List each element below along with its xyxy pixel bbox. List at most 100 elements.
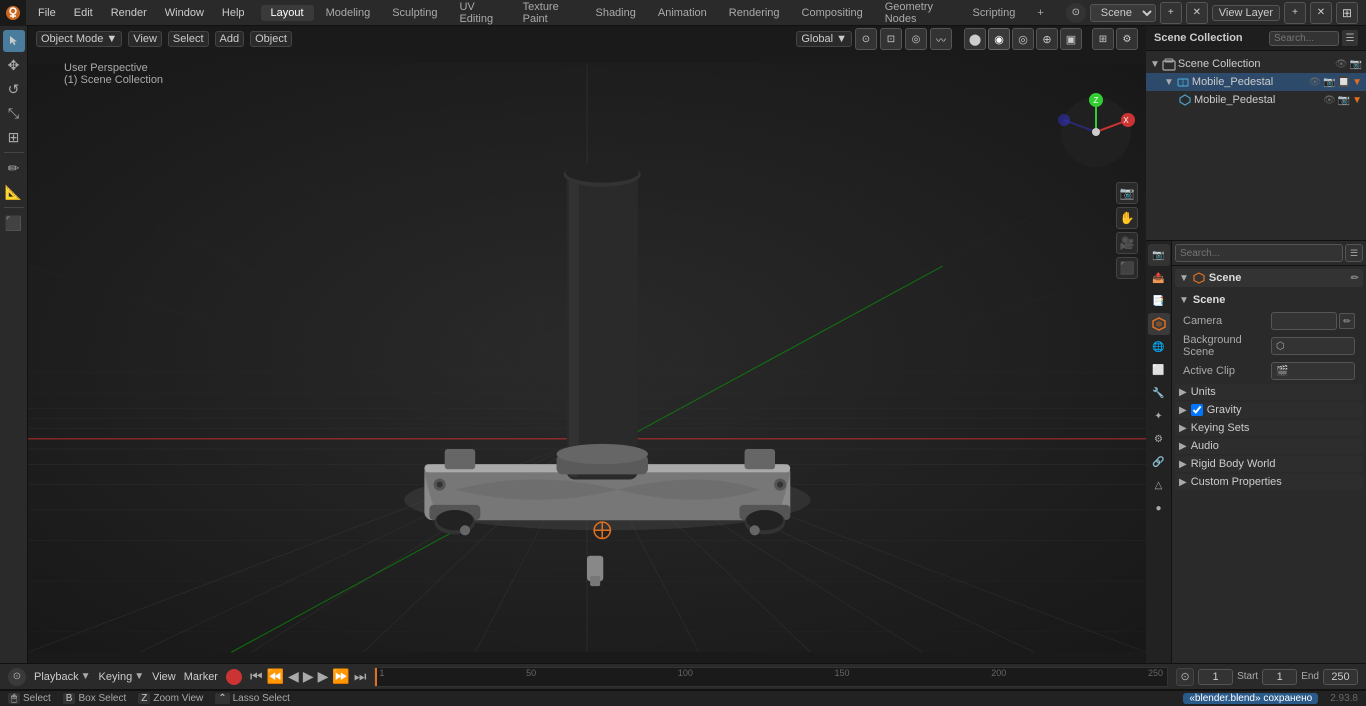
tab-uv-editing[interactable]: UV Editing xyxy=(449,0,510,27)
menu-window[interactable]: Window xyxy=(157,5,212,21)
prop-tab-object[interactable]: ⬜ xyxy=(1148,359,1170,381)
zoom-btn[interactable]: 🎥 xyxy=(1116,232,1138,254)
timeline-track[interactable]: 1 50 100 150 200 250 xyxy=(374,667,1168,687)
keying-dropdown[interactable]: Keying ▼ xyxy=(99,671,145,683)
tab-scripting[interactable]: Scripting xyxy=(963,5,1026,21)
snap-btn[interactable]: ⊡ xyxy=(880,28,902,50)
tool-measure[interactable]: 📐 xyxy=(3,181,25,203)
scene-section-header[interactable]: ▼ Scene ✏ xyxy=(1175,269,1363,287)
viewport-shading-rendered[interactable]: ◎ xyxy=(1012,28,1034,50)
camera-pick-btn[interactable]: ✏ xyxy=(1339,313,1355,329)
tab-animation[interactable]: Animation xyxy=(648,5,717,21)
playback-dropdown[interactable]: Playback ▼ xyxy=(34,671,91,683)
gizmo-btn[interactable]: ⊞ xyxy=(1092,28,1114,50)
xray-btn[interactable]: ▣ xyxy=(1060,28,1082,50)
background-scene-input[interactable]: ⬡ xyxy=(1271,337,1355,355)
camera-input[interactable] xyxy=(1271,312,1337,330)
add-view-layer-btn[interactable]: + xyxy=(1284,2,1306,24)
step-back-btn[interactable]: ◀ xyxy=(288,668,299,685)
props-filter-btn[interactable]: ☰ xyxy=(1345,244,1363,262)
next-keyframe-btn[interactable]: ⏩ xyxy=(332,668,349,685)
menu-help[interactable]: Help xyxy=(214,5,253,21)
end-frame-input[interactable] xyxy=(1323,669,1358,685)
skip-end-btn[interactable]: ⏭ xyxy=(354,668,367,685)
playhead[interactable] xyxy=(375,668,377,686)
gravity-checkbox[interactable] xyxy=(1191,404,1203,416)
tool-move[interactable]: ✥ xyxy=(3,54,25,76)
prop-tab-modifier[interactable]: 🔧 xyxy=(1148,382,1170,404)
menu-file[interactable]: File xyxy=(30,5,64,21)
frame-type-indicator[interactable]: ⊙ xyxy=(8,668,26,686)
tool-add-cube[interactable]: ⬛ xyxy=(3,212,25,234)
tool-scale[interactable]: ⤡ xyxy=(3,102,25,124)
step-forward-btn[interactable]: ▶ xyxy=(318,668,329,685)
tab-texture-paint[interactable]: Texture Paint xyxy=(513,0,584,27)
outliner-search[interactable] xyxy=(1269,31,1339,46)
units-header[interactable]: ▶ Units xyxy=(1175,384,1363,400)
active-workspace-icon[interactable]: ⊙ xyxy=(1066,3,1086,23)
scene-sub-header[interactable]: ▼ Scene xyxy=(1175,292,1363,308)
overlay-btn[interactable]: ⊕ xyxy=(1036,28,1058,50)
pivot-btn[interactable]: ⊙ xyxy=(855,28,877,50)
keying-sets-header[interactable]: ▶ Keying Sets xyxy=(1175,420,1363,436)
viewport-shading-solid[interactable]: ⬤ xyxy=(964,28,986,50)
pan-btn[interactable]: ✋ xyxy=(1116,207,1138,229)
filter-icon[interactable]: ⊞ xyxy=(1336,2,1358,24)
view-menu[interactable]: View xyxy=(128,31,162,47)
record-btn[interactable] xyxy=(226,669,242,685)
tab-modeling[interactable]: Modeling xyxy=(316,5,381,21)
scene-selector[interactable]: Scene xyxy=(1090,4,1156,22)
view-layer-selector[interactable]: View Layer xyxy=(1212,5,1280,21)
transform-orientation[interactable]: Global ▼ xyxy=(796,31,852,47)
skip-start-btn[interactable]: ⏮ xyxy=(250,668,263,685)
play-btn[interactable]: ▶ xyxy=(303,668,314,685)
tab-layout[interactable]: Layout xyxy=(261,5,314,21)
add-menu[interactable]: Add xyxy=(215,31,245,47)
viewport-canvas[interactable]: X Z 📷 ✋ 🎥 xyxy=(28,52,1146,663)
tab-rendering[interactable]: Rendering xyxy=(719,5,790,21)
menu-edit[interactable]: Edit xyxy=(66,5,101,21)
frame-selected-btn[interactable]: ⬛ xyxy=(1116,257,1138,279)
prop-tab-scene[interactable] xyxy=(1148,313,1170,335)
mode-selector[interactable]: Object Mode ▼ xyxy=(36,31,122,47)
prop-tab-output[interactable]: 📤 xyxy=(1148,267,1170,289)
outliner-item-mobile-pedestal-2[interactable]: Mobile_Pedestal 👁 📷 ▼ xyxy=(1146,91,1366,109)
start-frame-input[interactable] xyxy=(1262,669,1297,685)
outliner-filter-btn[interactable]: ☰ xyxy=(1342,30,1358,46)
remove-scene-btn[interactable]: ✕ xyxy=(1186,2,1208,24)
add-scene-btn[interactable]: + xyxy=(1160,2,1182,24)
outliner-item-mobile-pedestal-1[interactable]: ▼ Mobile_Pedestal 👁 📷 🔲 ▼ xyxy=(1146,73,1366,91)
frame-type-btn[interactable]: ⊙ xyxy=(1176,668,1194,686)
rigid-body-world-header[interactable]: ▶ Rigid Body World xyxy=(1175,456,1363,472)
viewport[interactable]: Object Mode ▼ View Select Add Object Glo… xyxy=(28,26,1146,663)
prop-tab-physics[interactable]: ⚙ xyxy=(1148,428,1170,450)
camera-view-btn[interactable]: 📷 xyxy=(1116,182,1138,204)
proportional-edit-btn[interactable]: ◎ xyxy=(905,28,927,50)
marker-dropdown[interactable]: Marker xyxy=(184,671,218,683)
view-dropdown[interactable]: View xyxy=(152,671,176,683)
prop-tab-render[interactable]: 📷 xyxy=(1148,244,1170,266)
tool-annotate[interactable]: ✏ xyxy=(3,157,25,179)
prev-keyframe-btn[interactable]: ⏪ xyxy=(267,668,284,685)
tab-shading[interactable]: Shading xyxy=(585,5,645,21)
tab-compositing[interactable]: Compositing xyxy=(792,5,873,21)
current-frame-input[interactable] xyxy=(1198,669,1233,685)
custom-properties-header[interactable]: ▶ Custom Properties xyxy=(1175,474,1363,490)
prop-tab-view-layer[interactable]: 📑 xyxy=(1148,290,1170,312)
props-options-btn[interactable]: ✏ xyxy=(1351,273,1359,284)
outliner-item-scene-collection[interactable]: ▼ Scene Collection 👁 📷 xyxy=(1146,55,1366,73)
audio-header[interactable]: ▶ Audio xyxy=(1175,438,1363,454)
select-menu[interactable]: Select xyxy=(168,31,209,47)
nav-gizmo[interactable]: X Z xyxy=(1056,92,1136,175)
prop-tab-particles[interactable]: ✦ xyxy=(1148,405,1170,427)
options-btn[interactable]: ⚙ xyxy=(1116,28,1138,50)
remove-view-layer-btn[interactable]: ✕ xyxy=(1310,2,1332,24)
tab-add[interactable]: + xyxy=(1027,5,1053,21)
tab-geometry-nodes[interactable]: Geometry Nodes xyxy=(875,0,961,27)
gravity-header[interactable]: ▶ Gravity xyxy=(1175,402,1363,418)
menu-render[interactable]: Render xyxy=(103,5,155,21)
tab-sculpting[interactable]: Sculpting xyxy=(382,5,447,21)
tool-rotate[interactable]: ↺ xyxy=(3,78,25,100)
active-clip-input[interactable]: 🎬 xyxy=(1271,362,1355,380)
prop-tab-world[interactable]: 🌐 xyxy=(1148,336,1170,358)
